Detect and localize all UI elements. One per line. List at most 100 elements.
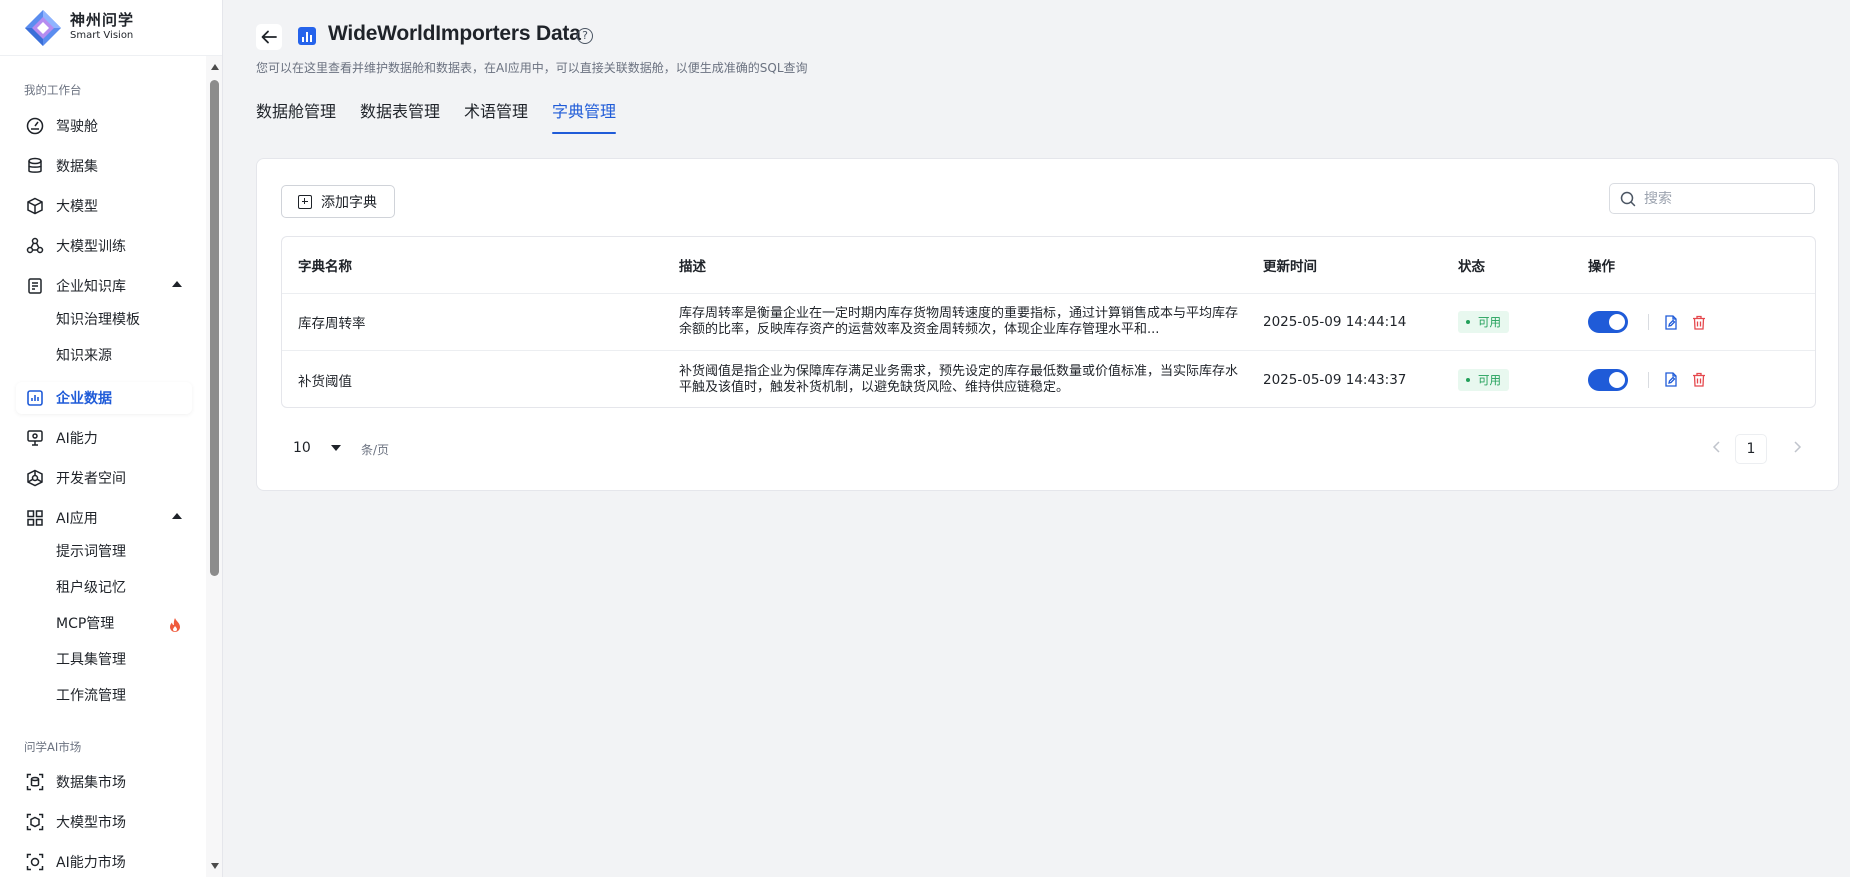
tab-tables[interactable]: 数据表管理 [360,100,440,134]
section-title-workbench: 我的工作台 [24,83,82,97]
sidebar-item-dataset-market[interactable]: 数据集市场 [16,766,192,798]
sidebar-item-label: 数据集 [56,159,98,175]
page-size-select[interactable]: 10 [281,433,351,463]
add-dictionary-button[interactable]: 添加字典 [281,185,395,218]
sidebar-item-cockpit[interactable]: 驾驶舱 [16,110,192,142]
search-icon [1620,191,1636,206]
dashboard-icon [26,117,44,135]
sidebar-item-dataset[interactable]: 数据集 [16,150,192,182]
enable-toggle[interactable] [1588,368,1628,391]
page-subtitle: 您可以在这里查看并维护数据舱和数据表，在AI应用中，可以直接关联数据舱，以便生成… [256,61,808,75]
page-number-current[interactable]: 1 [1736,435,1766,463]
column-header-description: 描述 [679,259,706,275]
sidebar: 神州问学 Smart Vision 我的工作台 驾驶舱 数据集 大模型 大模型训… [0,0,223,877]
chevron-up-icon[interactable] [172,513,182,519]
status-cell: 可用 [1458,351,1578,407]
sidebar-subitem-knowledge-template[interactable]: 知识治理模板 [56,305,140,335]
updated-time: 2025-05-09 14:44:14 [1263,314,1407,330]
sidebar-subitem-mcp[interactable]: MCP管理 [56,609,114,639]
status-badge: 可用 [1458,368,1509,391]
brand-name: 神州问学 [70,11,135,30]
data-chart-icon [298,27,316,45]
sidebar-item-label: AI应用 [56,511,98,527]
tab-datahub[interactable]: 数据舱管理 [256,100,336,134]
tab-terms[interactable]: 术语管理 [464,100,528,134]
actions-cell [1588,351,1768,407]
sidebar-item-knowledge-base[interactable]: 企业知识库 [16,270,192,302]
scroll-thumb[interactable] [210,80,219,576]
tab-dictionary[interactable]: 字典管理 [552,100,617,134]
status-cell: 可用 [1458,294,1578,350]
sidebar-item-model-market[interactable]: 大模型市场 [16,806,192,838]
actions-cell [1588,294,1768,350]
sidebar-item-model-training[interactable]: 大模型训练 [16,230,192,262]
database-icon [26,157,44,175]
add-dictionary-label: 添加字典 [321,194,377,211]
sidebar-item-ai-ability[interactable]: AI能力 [16,422,192,454]
scroll-down-arrow-icon[interactable] [211,863,219,869]
page-title: WideWorldImporters Data [328,22,581,45]
back-button[interactable] [256,24,282,50]
sidebar-item-ai-market[interactable]: AI能力市场 [16,846,192,877]
dictionary-description: 库存周转率是衡量企业在一定时期内库存货物周转速度的重要指标，通过计算销售成本与平… [679,306,1239,337]
sidebar-scrollbar[interactable] [206,56,222,877]
page-size-unit: 条/页 [361,443,390,457]
sidebar-subitem-tenant-memory[interactable]: 租户级记忆 [56,573,126,603]
prev-page-icon[interactable] [1709,439,1725,455]
sidebar-item-model[interactable]: 大模型 [16,190,192,222]
sidebar-subitem-workflow[interactable]: 工作流管理 [56,681,126,711]
delete-icon[interactable] [1691,372,1707,388]
sidebar-item-label: 企业知识库 [56,279,126,295]
fire-icon [168,617,182,637]
clipboard-icon [26,277,44,295]
description-cell: 补货阈值是指企业为保障库存满足业务需求，预先设定的库存最低数量或价值标准，当实际… [679,351,1243,407]
tab-bar: 数据舱管理 数据表管理 术语管理 字典管理 [256,100,617,134]
bar-chart-icon [26,389,44,407]
table-row: 补货阈值 补货阈值是指企业为保障库存满足业务需求，预先设定的库存最低数量或价值标… [282,351,1815,407]
brand[interactable]: 神州问学 Smart Vision [0,0,222,56]
sidebar-item-label: 大模型市场 [56,815,126,831]
description-cell: 库存周转率是衡量企业在一定时期内库存货物周转速度的重要指标，通过计算销售成本与平… [679,294,1243,350]
sidebar-item-developer-space[interactable]: 开发者空间 [16,462,192,494]
sidebar-item-ai-apps[interactable]: AI应用 [16,502,192,534]
search-input[interactable] [1644,190,1804,207]
training-icon [26,237,44,255]
status-label: 可用 [1478,315,1501,329]
plus-square-icon [298,194,312,209]
page-size-value: 10 [293,440,311,456]
sidebar-item-label: AI能力市场 [56,855,126,871]
status-badge: 可用 [1458,311,1509,333]
enable-toggle[interactable] [1588,311,1628,333]
sidebar-nav: 我的工作台 驾驶舱 数据集 大模型 大模型训练 企业知识库 知识治理模板 知识来… [0,56,206,877]
ai-market-icon [26,853,44,871]
sidebar-item-label: 开发者空间 [56,471,126,487]
delete-icon[interactable] [1691,314,1707,330]
action-divider [1648,371,1649,388]
dictionary-description: 补货阈值是指企业为保障库存满足业务需求，预先设定的库存最低数量或价值标准，当实际… [679,363,1239,395]
next-page-icon[interactable] [1789,439,1805,455]
sidebar-item-label: 大模型训练 [56,239,126,255]
brand-subname: Smart Vision [70,30,134,42]
column-header-actions: 操作 [1588,259,1615,275]
sidebar-item-label: AI能力 [56,431,98,447]
sidebar-subitem-knowledge-source[interactable]: 知识来源 [56,341,112,371]
scroll-up-arrow-icon[interactable] [211,64,219,70]
sidebar-item-label: 大模型 [56,199,98,215]
updated-time: 2025-05-09 14:43:37 [1263,371,1407,388]
arrow-left-icon [261,30,277,44]
chevron-up-icon[interactable] [172,281,182,287]
status-label: 可用 [1478,372,1501,387]
edit-icon[interactable] [1663,314,1679,330]
section-title-market: 问学AI市场 [24,740,82,754]
sidebar-subitem-toolset[interactable]: 工具集管理 [56,645,126,675]
sidebar-item-enterprise-data[interactable]: 企业数据 [16,382,192,414]
sidebar-subitem-prompt[interactable]: 提示词管理 [56,537,126,567]
sidebar-item-label: 企业数据 [56,391,112,407]
sidebar-item-label: 数据集市场 [56,775,126,791]
model-market-icon [26,813,44,831]
table-row: 库存周转率 库存周转率是衡量企业在一定时期内库存货物周转速度的重要指标，通过计算… [282,294,1815,351]
edit-icon[interactable] [1663,372,1679,388]
table-header-row: 字典名称 描述 更新时间 状态 操作 [282,237,1815,294]
search-box[interactable] [1609,183,1815,214]
help-icon[interactable]: ? [577,28,593,44]
